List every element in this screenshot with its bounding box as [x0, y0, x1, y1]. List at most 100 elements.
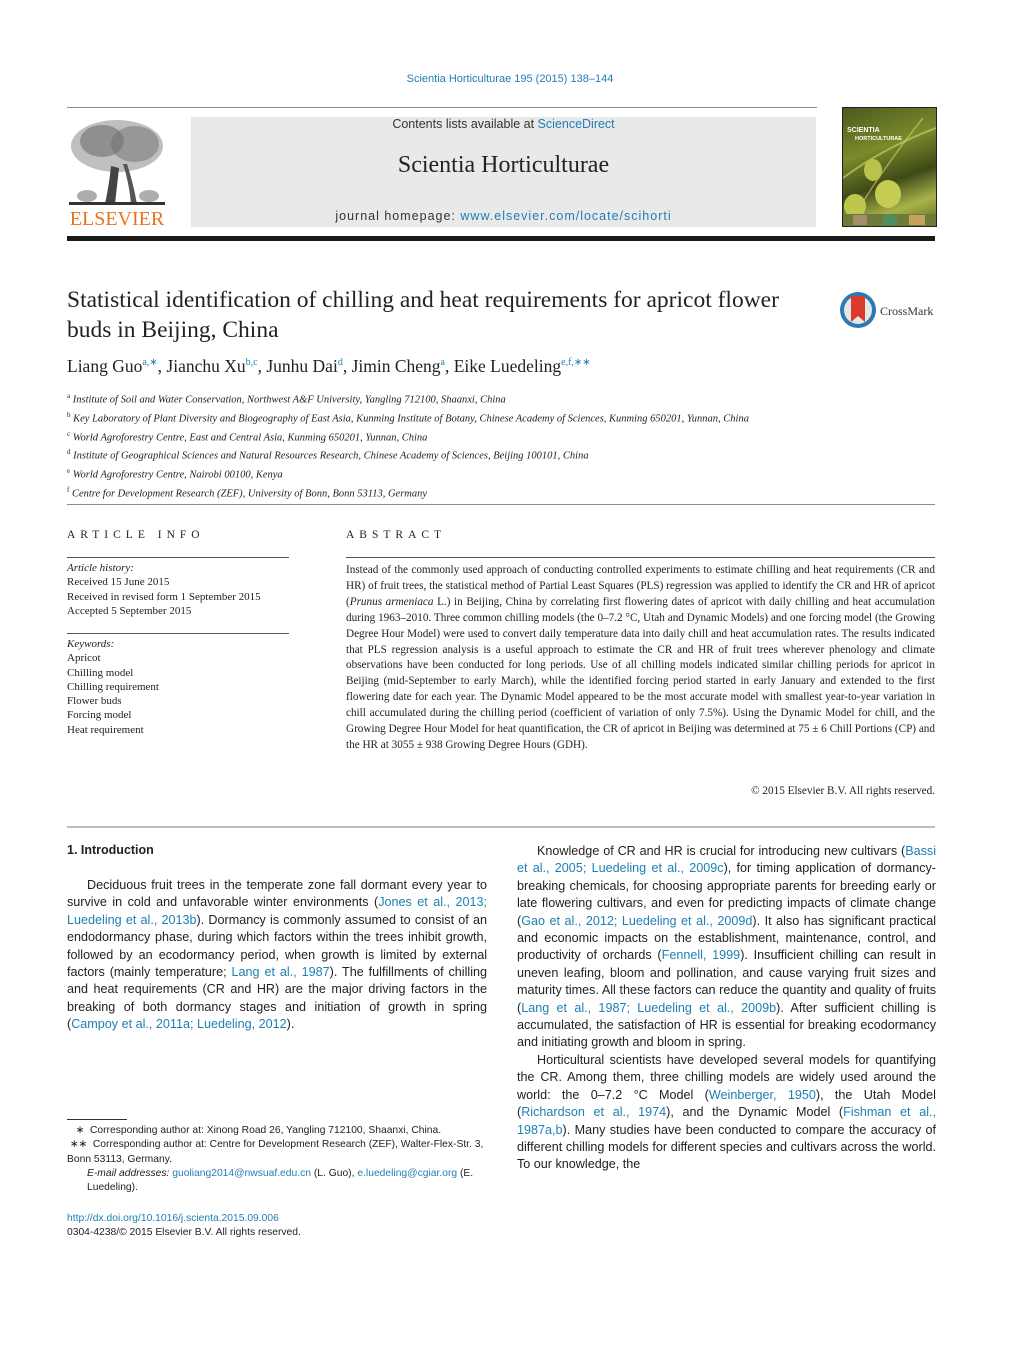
paragraph-text: ). Many studies have been conducted to c…: [517, 1122, 936, 1172]
footnote-rule: [67, 1119, 127, 1120]
journal-cover-image[interactable]: SCIENTIA HORTICULTURAE: [842, 107, 937, 227]
elsevier-logo[interactable]: ELSEVIER: [67, 116, 167, 230]
author-name: Liang Guo: [67, 356, 143, 376]
affiliation-item: a Institute of Soil and Water Conservati…: [67, 392, 506, 406]
history-accepted: Accepted 5 September 2015: [67, 604, 192, 617]
affiliation-item: d Institute of Geographical Sciences and…: [67, 448, 589, 462]
crossmark-button[interactable]: CrossMark: [840, 290, 940, 330]
paragraph-text: ), and the Dynamic Model (: [666, 1105, 844, 1120]
citation-link[interactable]: Weinberger, 1950: [709, 1088, 816, 1102]
journal-reference-link[interactable]: Scientia Horticulturae 195 (2015) 138–14…: [0, 73, 1020, 85]
citation-link[interactable]: Richardson et al., 1974: [521, 1105, 666, 1119]
keywords-block: Keywords: Apricot Chilling model Chillin…: [67, 637, 297, 737]
keyword-item: Heat requirement: [67, 723, 144, 736]
paragraph-text: ).: [286, 1017, 295, 1032]
author-list: Liang Guoa,∗, Jianchu Xub,c, Junhu Daid,…: [67, 356, 591, 376]
author-name: Junhu Dai: [266, 356, 338, 376]
homepage-prefix: journal homepage:: [335, 209, 461, 223]
abstract-heading: ABSTRACT: [346, 529, 447, 541]
footnote-corresponding-2: ∗∗ Corresponding author at: Centre for D…: [67, 1138, 487, 1167]
author-affiliation-marker[interactable]: d: [338, 357, 343, 368]
author-affiliation-marker[interactable]: a: [441, 357, 445, 368]
citation-link[interactable]: Lang et al., 1987; Luedeling et al., 200…: [521, 1001, 776, 1015]
affiliation-item: f Centre for Development Research (ZEF),…: [67, 485, 428, 500]
author-affiliation-marker[interactable]: b,c: [246, 357, 258, 368]
issn-copyright: 0304-4238/© 2015 Elsevier B.V. All right…: [67, 1227, 301, 1239]
footnote-mark: ∗: [75, 1125, 85, 1136]
sciencedirect-link[interactable]: ScienceDirect: [538, 117, 615, 131]
doi-block: http://dx.doi.org/10.1016/j.scienta.2015…: [67, 1212, 487, 1241]
keyword-item: Chilling requirement: [67, 680, 159, 693]
contents-available-line: Contents lists available at ScienceDirec…: [191, 117, 816, 131]
article-info-heading: ARTICLE INFO: [67, 529, 205, 541]
author-name: Jimin Cheng: [351, 356, 441, 376]
journal-homepage-link[interactable]: www.elsevier.com/locate/scihorti: [460, 209, 671, 223]
keyword-item: Flower buds: [67, 695, 122, 708]
author-name: Jianchu Xu: [166, 356, 246, 376]
affiliation-key: d: [67, 448, 71, 457]
footnote-corresponding-1: ∗ Corresponding author at: Xinong Road 2…: [67, 1124, 487, 1138]
history-revised: Received in revised form 1 September 201…: [67, 590, 261, 603]
crossmark-icon: CrossMark: [840, 292, 933, 328]
article-history-label: Article history:: [67, 562, 134, 574]
keyword-item: Forcing model: [67, 709, 132, 722]
body-column-right: Knowledge of CR and HR is crucial for in…: [517, 843, 936, 1174]
body-paragraph: Deciduous fruit trees in the temperate z…: [67, 877, 487, 1034]
citation-link[interactable]: Lang et al., 1987: [232, 965, 330, 979]
affiliation-item: b Key Laboratory of Plant Diversity and …: [67, 410, 749, 425]
introduction-heading: 1. Introduction: [67, 843, 154, 857]
citation-link[interactable]: Gao et al., 2012; Luedeling et al., 2009…: [521, 914, 752, 928]
footnote-text: Corresponding author at: Xinong Road 26,…: [89, 1125, 442, 1136]
section-divider: [67, 504, 935, 505]
affiliation-key: b: [67, 410, 71, 419]
header-thick-rule: [67, 236, 935, 241]
article-info-rule: [67, 557, 289, 558]
keyword-item: Chilling model: [67, 666, 134, 679]
email-label: E-mail addresses:: [87, 1167, 173, 1179]
body-paragraph: Horticultural scientists have developed …: [517, 1052, 936, 1174]
elsevier-wordmark: ELSEVIER: [70, 208, 165, 228]
keywords-label: Keywords:: [67, 638, 115, 650]
article-title: Statistical identification of chilling a…: [67, 287, 779, 343]
affiliation-key: c: [67, 429, 71, 438]
email-link-luedeling[interactable]: e.luedeling@cgiar.org: [357, 1168, 457, 1179]
affiliation-item: e World Agroforestry Centre, Nairobi 001…: [67, 467, 283, 481]
body-paragraph: Knowledge of CR and HR is crucial for in…: [517, 843, 936, 1052]
contents-prefix: Contents lists available at: [392, 117, 538, 131]
abstract-copyright: © 2015 Elsevier B.V. All rights reserved…: [751, 785, 935, 797]
affiliation-key: a: [67, 392, 71, 400]
affiliation-key: e: [67, 467, 71, 476]
doi-link[interactable]: http://dx.doi.org/10.1016/j.scienta.2015…: [67, 1212, 487, 1226]
cover-title-line1: SCIENTIA: [847, 127, 880, 134]
abstract-rule: [346, 557, 935, 558]
crossmark-label: CrossMark: [880, 304, 933, 318]
citation-link[interactable]: Fennell, 1999: [662, 948, 741, 962]
footnote-emails: E-mail addresses: guoliang2014@nwsuaf.ed…: [67, 1167, 487, 1196]
header-top-rule: [67, 107, 817, 108]
cover-title-line2: HORTICULTURAE: [855, 136, 902, 142]
email-owner: (L. Guo),: [310, 1167, 358, 1179]
species-name: Prunus armeniaca: [349, 595, 434, 608]
abstract-part: L.) in Beijing, China by correlating fir…: [346, 595, 936, 751]
cover-olive-icon: SCIENTIA HORTICULTURAE: [843, 117, 936, 226]
footnotes: ∗ Corresponding author at: Xinong Road 2…: [67, 1124, 487, 1195]
email-link-guo[interactable]: guoliang2014@nwsuaf.edu.cn: [172, 1168, 311, 1179]
author-name: Eike Luedeling: [453, 356, 562, 376]
affiliation-key: f: [67, 485, 70, 494]
author-affiliation-marker[interactable]: e,f,∗∗: [561, 357, 591, 368]
affiliation-item: c World Agroforestry Centre, East and Ce…: [67, 429, 428, 444]
journal-name: Scientia Horticulturae: [397, 152, 610, 178]
journal-homepage-line: journal homepage: www.elsevier.com/locat…: [191, 209, 816, 223]
history-received: Received 15 June 2015: [67, 576, 170, 589]
body-column-left: Deciduous fruit trees in the temperate z…: [67, 877, 487, 1034]
author-affiliation-marker[interactable]: a,∗: [142, 357, 157, 368]
abstract-text: Instead of the commonly used approach of…: [346, 563, 935, 754]
article-history: Article history: Received 15 June 2015 R…: [67, 561, 297, 618]
body-divider: [67, 826, 935, 828]
footnote-mark: ∗∗: [69, 1139, 88, 1151]
keyword-item: Apricot: [67, 652, 101, 665]
elsevier-tree-icon: ELSEVIER: [69, 120, 165, 230]
footnote-text: Corresponding author at: Centre for Deve…: [67, 1139, 484, 1165]
affiliation-list: a Institute of Soil and Water Conservati…: [67, 389, 817, 502]
citation-link[interactable]: Campoy et al., 2011a; Luedeling, 2012: [71, 1017, 286, 1031]
